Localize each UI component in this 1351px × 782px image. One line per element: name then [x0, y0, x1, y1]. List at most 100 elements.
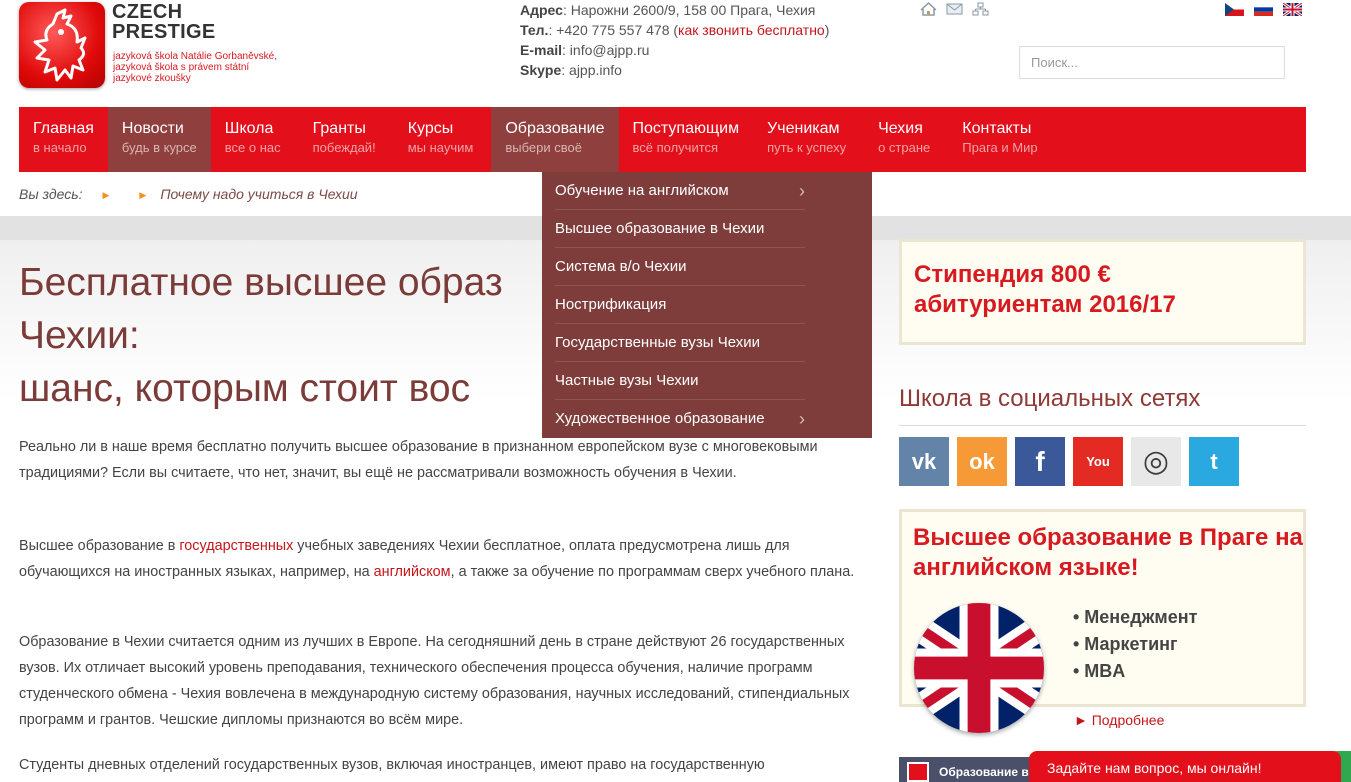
breadcrumb-current: Почему надо учиться в Чехии [160, 186, 358, 202]
paragraph-intro: Реально ли в наше время бесплатно получи… [19, 439, 818, 481]
skype-label: Skype [520, 62, 562, 78]
mail-icon[interactable] [946, 2, 963, 16]
top-icons [920, 1, 989, 16]
phone-label: Тел. [520, 22, 549, 38]
breadcrumb: Вы здесь: ▶ ▶ Почему надо учиться в Чехии [19, 186, 358, 202]
brand-sub-line2: jazyková škola s právem státní [113, 62, 250, 73]
email-value[interactable]: : info@ajpp.ru [562, 42, 649, 58]
dropdown-item-label: Высшее образование в Чехии [555, 220, 765, 237]
address-label: Адрес [520, 2, 563, 18]
nav-item-education[interactable]: Образование выбери своё [491, 107, 619, 172]
nav-item-subtitle: о стране [878, 140, 931, 155]
chevron-right-icon: › [799, 181, 805, 201]
nav-item-title: Образование [505, 120, 605, 137]
brand-sub-line3: jazykové zkoušky [113, 73, 191, 84]
nav-item-subtitle: всё получится [632, 140, 719, 155]
skype-value[interactable]: : ajpp.info [561, 62, 622, 78]
address-row: Адрес: Нарожни 2600/9, 158 00 Прага, Чех… [520, 0, 829, 20]
language-flags [1225, 3, 1302, 16]
dropdown-item-label: Обучение на английском [555, 182, 729, 199]
phone-value: : +420 775 557 478 ( [548, 22, 679, 38]
logo[interactable] [19, 2, 105, 88]
nav-item-grants[interactable]: Гранты побеждай! [299, 107, 394, 172]
paragraph-students: Студенты дневных отделений государственн… [19, 757, 765, 773]
stub-label: Образование в [939, 765, 1029, 779]
dropdown-item-higher-education[interactable]: Высшее образование в Чехии [555, 210, 805, 248]
breadcrumb-label: Вы здесь: [19, 186, 83, 202]
english-link[interactable]: английском [374, 564, 451, 580]
uk-flag-icon [914, 603, 1044, 733]
divider [899, 425, 1306, 426]
dropdown-item-label: Художественное образование [555, 410, 765, 427]
nav-item-subtitle: Прага и Мир [962, 140, 1038, 155]
instagram-icon[interactable]: ◎ [1131, 437, 1181, 486]
nav-item-title: Поступающим [632, 120, 740, 137]
social-title: Школа в социальных сетях [899, 385, 1201, 412]
skype-row: Skype: ajpp.info [520, 60, 829, 80]
lion-emblem-icon [33, 8, 87, 82]
promo-line2: абитуриентам 2016/17 [914, 291, 1176, 318]
vk-icon[interactable]: vk [899, 437, 949, 486]
more-link[interactable]: ► Подробнее [1074, 712, 1164, 728]
search-input[interactable] [1019, 46, 1285, 79]
dropdown-item-art-education[interactable]: Художественное образование › [555, 400, 805, 438]
social-icons: vk ok f You ◎ t [899, 437, 1239, 486]
nav-item-home[interactable]: Главная в начало [19, 107, 108, 172]
list-item: • MBA [1073, 661, 1126, 681]
phone-row: Тел.: +420 775 557 478 (как звонить бесп… [520, 20, 829, 40]
nav-item-title: Новости [121, 120, 184, 137]
education-widget-stub[interactable]: Образование в [899, 757, 1039, 782]
dropdown-item-label: Государственные вузы Чехии [555, 334, 761, 351]
dropdown-item-private-universities[interactable]: Частные вузы Чехии [555, 362, 805, 400]
nav-item-title: Курсы [407, 120, 454, 137]
list-item: • Маркетинг [1073, 634, 1178, 654]
email-row: E-mail: info@ajpp.ru [520, 40, 829, 60]
twitter-icon[interactable]: t [1189, 437, 1239, 486]
home-icon[interactable] [920, 1, 937, 16]
brand-name[interactable]: CZECH PRESTIGE [112, 2, 216, 42]
nav-item-title: Контакты [962, 120, 1032, 137]
paragraph-free-education: Высшее образование в государственных уче… [19, 533, 867, 585]
dropdown-item-state-universities[interactable]: Государственные вузы Чехии [555, 324, 805, 362]
nav-item-applicants[interactable]: Поступающим всё получится [619, 107, 754, 172]
nav-item-school[interactable]: Школа все о нас [211, 107, 299, 172]
breadcrumb-arrow-icon: ▶ [102, 190, 110, 200]
nav-item-title: Гранты [312, 120, 366, 137]
nav-item-subtitle: побеждай! [312, 140, 376, 155]
nav-item-contacts[interactable]: Контакты Прага и Мир [948, 107, 1051, 172]
dropdown-item-nostrification[interactable]: Нострификация [555, 286, 805, 324]
promo-line1: Стипендия 800 € [914, 261, 1111, 288]
address-value: : Нарожни 2600/9, 158 00 Прага, Чехия [562, 2, 816, 18]
nav-item-news[interactable]: Новости будь в курсе [107, 107, 211, 172]
czech-flag-icon[interactable] [1225, 3, 1244, 16]
dropdown-item-label: Нострификация [555, 296, 667, 313]
nav-item-czechia[interactable]: Чехия о стране [864, 107, 948, 172]
education-dropdown-menu: Обучение на английском › Высшее образован… [542, 172, 872, 438]
brand-line1: CZECH [112, 1, 183, 23]
main-nav: Главная в начало Новости будь в курсе Школ… [19, 107, 1306, 172]
nav-item-subtitle: все о нас [224, 140, 281, 155]
chat-button[interactable]: Задайте нам вопрос, мы онлайн! [1029, 751, 1341, 782]
nav-item-subtitle: будь в курсе [121, 140, 197, 155]
phone-end: ) [824, 22, 830, 38]
dropdown-item-system[interactable]: Система в/о Чехии [555, 248, 805, 286]
state-universities-link[interactable]: государственных [179, 538, 293, 554]
breadcrumb-arrow-icon: ▶ [139, 190, 147, 200]
nav-item-students[interactable]: Ученикам путь к успеху [753, 107, 864, 172]
brand-line2: PRESTIGE [112, 21, 216, 43]
brand-sub-line1: jazyková škola Natálie Gorbaněvské, [113, 51, 277, 62]
nav-item-title: Школа [224, 120, 274, 137]
english-flag-icon[interactable] [1283, 3, 1302, 16]
odnoklassniki-icon[interactable]: ok [957, 437, 1007, 486]
dropdown-item-english-studies[interactable]: Обучение на английском › [555, 172, 805, 210]
facebook-icon[interactable]: f [1015, 437, 1065, 486]
sitemap-icon[interactable] [972, 2, 989, 16]
scholarship-promo[interactable]: Стипендия 800 € абитуриентам 2016/17 [899, 239, 1306, 345]
youtube-icon[interactable]: You [1073, 437, 1123, 486]
nav-item-courses[interactable]: Курсы мы научим [394, 107, 492, 172]
free-call-link[interactable]: как звонить бесплатно [678, 22, 825, 38]
brand-subtitle: jazyková škola Natálie Gorbaněvské, jazy… [113, 51, 303, 84]
russian-flag-icon[interactable] [1254, 3, 1273, 16]
nav-item-subtitle: путь к успеху [767, 140, 847, 155]
nav-item-subtitle: мы научим [407, 140, 474, 155]
